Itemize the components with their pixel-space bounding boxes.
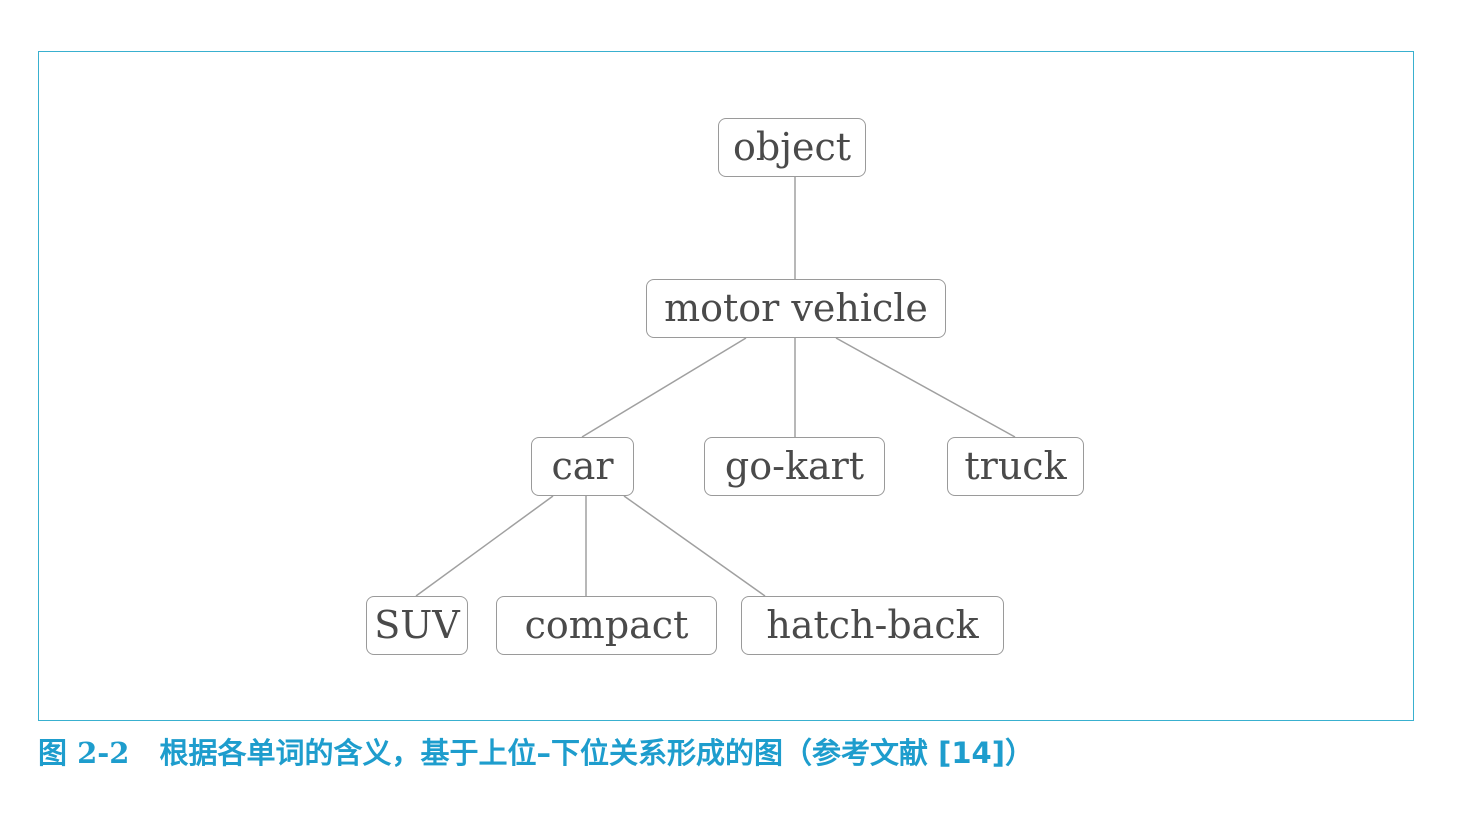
- figure-title: 根据各单词的含义，基于上位–下位关系形成的图（参考文献 [14]）: [159, 736, 1034, 770]
- node-go-kart: go-kart: [704, 437, 885, 496]
- edge-car-suv: [415, 495, 554, 597]
- figure-caption: 图 2-2 根据各单词的含义，基于上位–下位关系形成的图（参考文献 [14]）: [38, 730, 1034, 776]
- node-motor-vehicle: motor vehicle: [646, 279, 946, 338]
- node-car: car: [531, 437, 634, 496]
- edge-car-hatch-back: [623, 495, 766, 597]
- node-suv: SUV: [366, 596, 468, 655]
- node-object: object: [718, 118, 866, 177]
- node-hatch-back: hatch-back: [741, 596, 1004, 655]
- edge-motor-vehicle-car: [581, 337, 747, 438]
- edge-motor-vehicle-truck: [835, 337, 1016, 438]
- node-truck: truck: [947, 437, 1084, 496]
- node-compact: compact: [496, 596, 717, 655]
- figure-number: 图 2-2: [38, 736, 130, 770]
